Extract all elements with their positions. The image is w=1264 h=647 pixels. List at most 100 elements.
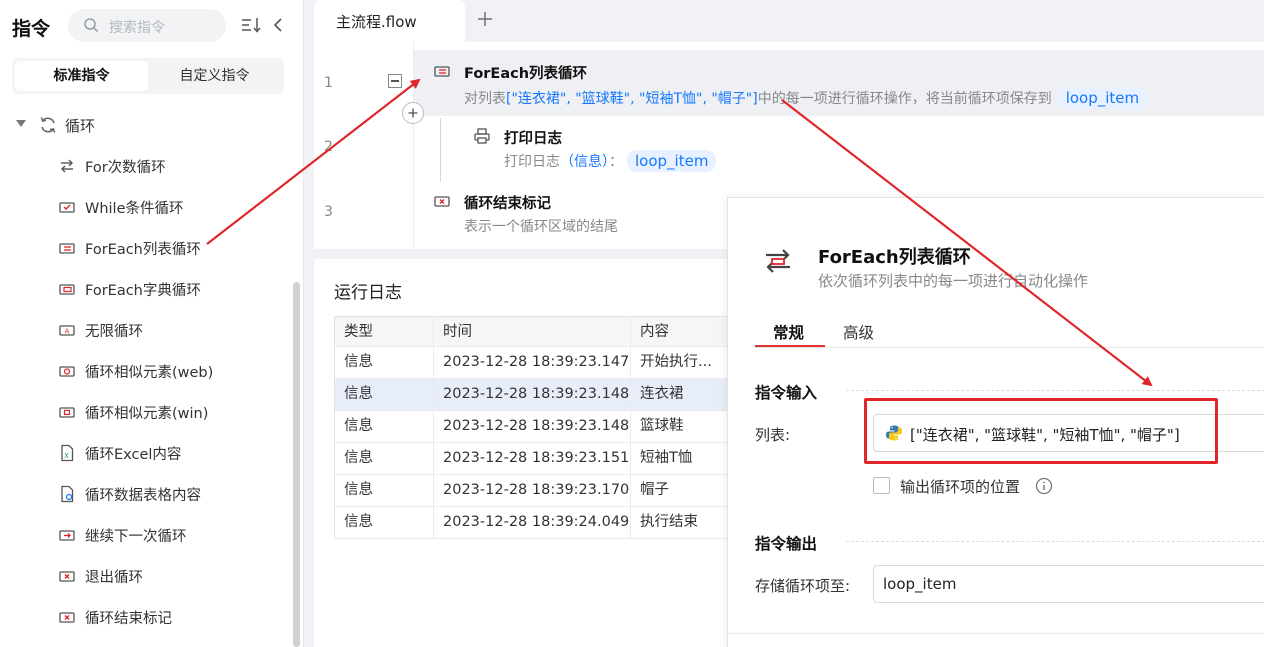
- log-time: 2023-12-28 18:39:24.049: [434, 507, 631, 538]
- log-content: 开始执行...: [640, 354, 712, 370]
- table-row[interactable]: 信息 2023-12-28 18:39:23.147 开始执行...: [335, 347, 734, 379]
- line-number: 1: [324, 75, 333, 91]
- log-type: 信息: [335, 507, 434, 538]
- add-command-icon[interactable]: [402, 102, 424, 124]
- sidebar-scrollbar[interactable]: [293, 282, 300, 647]
- group-loop-label: 循环: [65, 117, 96, 135]
- log-content: 帽子: [640, 482, 669, 498]
- command-properties-panel: ForEach列表循环 依次循环列表中的每一项进行自动化操作 常规 高级 指令输…: [727, 197, 1264, 647]
- log-content: 篮球鞋: [640, 418, 684, 434]
- panel-tabs: 常规 高级: [755, 318, 1264, 348]
- tab-advanced[interactable]: 高级: [843, 321, 874, 343]
- section-output-title: 指令输出: [755, 535, 818, 553]
- line-number: 2: [324, 139, 333, 155]
- loop-web-icon: [59, 366, 75, 377]
- log-type: 信息: [335, 347, 434, 378]
- python-icon: [886, 425, 902, 441]
- for-loop-icon: [61, 159, 73, 173]
- output-position-checkbox[interactable]: [873, 477, 890, 494]
- sidebar-item-label: ForEach列表循环: [85, 242, 201, 258]
- active-tab-underline: [755, 345, 825, 347]
- command-sidebar: 指令 搜索指令 标准指令 自定义指令 循环 For次数循环 While条件循环 …: [0, 0, 304, 647]
- command-description: 对列表["连衣裙", "篮球鞋", "短袖T恤", "帽子"]中的每一项进行循环…: [464, 87, 1148, 109]
- loop-icon: [40, 117, 56, 133]
- foreach-dict-icon: [59, 284, 75, 295]
- tab-main-flow[interactable]: 主流程.flow: [314, 0, 465, 42]
- collapse-block-button[interactable]: [388, 74, 402, 88]
- tab-custom-commands[interactable]: 自定义指令: [148, 61, 281, 91]
- run-log-title: 运行日志: [334, 283, 402, 303]
- collapse-sidebar-icon[interactable]: [270, 14, 286, 36]
- log-content: 短袖T恤: [640, 450, 693, 466]
- log-time: 2023-12-28 18:39:23.147: [434, 347, 631, 378]
- sidebar-item-label: 继续下一次循环: [85, 529, 187, 545]
- variable-chip[interactable]: loop_item: [1057, 87, 1148, 109]
- command-type-tabs: 标准指令 自定义指令: [12, 58, 284, 94]
- gutter-divider: [413, 42, 414, 249]
- list-input[interactable]: ["连衣裙", "篮球鞋", "短袖T恤", "帽子"]: [873, 414, 1264, 452]
- sidebar-item-label: 循环结束标记: [85, 611, 172, 627]
- sidebar-item-label: 循环相似元素(web): [85, 365, 214, 381]
- sidebar-item-label: For次数循环: [85, 160, 166, 176]
- excel-icon: X: [61, 444, 74, 462]
- table-row[interactable]: 信息 2023-12-28 18:39:23.148 连衣裙: [335, 379, 734, 411]
- command-title[interactable]: ForEach列表循环: [464, 62, 587, 83]
- desc-list-value: ["连衣裙", "篮球鞋", "短袖T恤", "帽子"]: [506, 91, 758, 107]
- continue-icon: [59, 530, 75, 541]
- table-icon: [61, 485, 74, 503]
- foreach-list-icon: [766, 249, 790, 273]
- desc-prefix: 对列表: [464, 91, 506, 107]
- table-row[interactable]: 信息 2023-12-28 18:39:23.151 短袖T恤: [335, 443, 734, 475]
- column-header[interactable]: 内容: [631, 317, 735, 346]
- section-divider: [846, 390, 1264, 391]
- command-description: 打印日志（信息）： loop_item: [504, 150, 717, 172]
- sidebar-item-label: 循环数据表格内容: [85, 488, 201, 504]
- svg-text:A: A: [65, 328, 70, 336]
- table-row[interactable]: 信息 2023-12-28 18:39:23.148 篮球鞋: [335, 411, 734, 443]
- table-row[interactable]: 信息 2023-12-28 18:39:24.049 执行结束: [335, 507, 734, 539]
- break-icon: [59, 571, 75, 582]
- foreach-list-icon: [59, 243, 75, 254]
- tab-general[interactable]: 常规: [773, 321, 804, 343]
- desc-prefix: 打印日志: [504, 154, 560, 170]
- column-header[interactable]: 类型: [335, 317, 434, 346]
- command-title[interactable]: 打印日志: [504, 127, 562, 148]
- svg-text:X: X: [64, 452, 69, 460]
- loop-end-icon: [59, 612, 75, 623]
- sidebar-item-label: 无限循环: [85, 324, 143, 340]
- list-field-label: 列表:: [755, 426, 791, 444]
- run-log-table: 类型 时间 内容 信息 2023-12-28 18:39:23.147 开始执行…: [334, 316, 734, 539]
- block-indent-line: [440, 118, 441, 182]
- run-log-panel: 运行日志 类型 时间 内容 信息 2023-12-28 18:39:23.147…: [314, 259, 734, 647]
- log-time: 2023-12-28 18:39:23.148: [434, 379, 631, 410]
- search-input[interactable]: 搜索指令: [68, 9, 226, 42]
- log-content: 连衣裙: [640, 386, 684, 402]
- table-row[interactable]: 信息 2023-12-28 18:39:23.170 帽子: [335, 475, 734, 507]
- sidebar-item-label: 退出循环: [85, 570, 143, 586]
- sidebar-item-label: ForEach字典循环: [85, 283, 201, 299]
- log-type: 信息: [335, 475, 434, 506]
- info-icon[interactable]: [1035, 477, 1053, 495]
- search-icon: [84, 18, 99, 33]
- desc-suffix: 中的每一项进行循环操作，将当前循环项保存到: [757, 91, 1052, 107]
- log-time: 2023-12-28 18:39:23.151: [434, 443, 631, 474]
- store-field-label: 存储循环项至:: [755, 577, 851, 595]
- command-title[interactable]: 循环结束标记: [464, 192, 551, 213]
- panel-subtitle: 依次循环列表中的每一项进行自动化操作: [818, 272, 1089, 290]
- log-type: 信息: [335, 443, 434, 474]
- caret-down-icon: [16, 120, 26, 127]
- sort-icon[interactable]: [240, 14, 262, 36]
- panel-footer-divider: [728, 633, 1264, 634]
- desc-colon: ：: [609, 154, 623, 170]
- log-type: 信息: [335, 411, 434, 442]
- line-number: 3: [324, 204, 333, 220]
- column-header[interactable]: 时间: [434, 317, 631, 346]
- tab-standard-commands[interactable]: 标准指令: [15, 61, 148, 91]
- add-tab-icon[interactable]: [475, 9, 495, 29]
- search-placeholder: 搜索指令: [109, 20, 165, 36]
- store-variable-input[interactable]: loop_item: [873, 565, 1264, 603]
- desc-level-link[interactable]: （信息）: [560, 154, 609, 170]
- variable-chip[interactable]: loop_item: [627, 150, 717, 172]
- print-icon: [474, 128, 490, 144]
- sidebar-title: 指令: [12, 18, 51, 40]
